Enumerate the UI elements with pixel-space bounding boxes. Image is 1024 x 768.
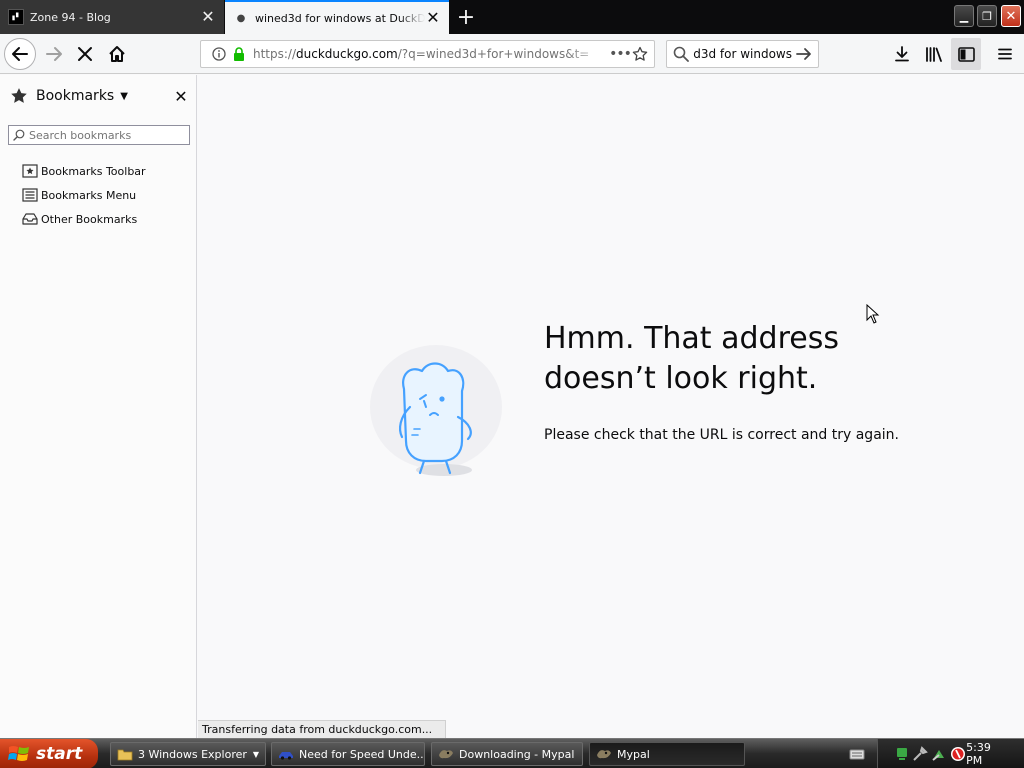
- restore-icon: ❐: [982, 9, 992, 23]
- back-arrow-icon: [12, 47, 28, 61]
- taskbar-button-label: Mypal: [617, 747, 650, 761]
- taskbar-button-label: Need for Speed Unde...: [299, 747, 425, 761]
- minimize-icon: ▁: [959, 9, 969, 23]
- bookmark-folder-label: Bookmarks Menu: [41, 188, 137, 202]
- taskbar-button-label: Downloading - Mypal: [459, 747, 575, 761]
- tab-zone94-blog[interactable]: ▮▘ Zone 94 - Blog ✕: [0, 0, 224, 34]
- tools-tray-icon[interactable]: [912, 746, 928, 762]
- search-icon: [13, 129, 25, 141]
- info-icon[interactable]: [211, 46, 227, 62]
- url-bar[interactable]: https://duckduckgo.com/?q=wined3d+for+wi…: [200, 40, 655, 68]
- tab-title: wined3d for windows at DuckDuckGo: [255, 11, 425, 25]
- error-title-line2: doesn’t look right.: [544, 361, 818, 396]
- taskbar-downloading-mypal[interactable]: Downloading - Mypal: [431, 742, 583, 766]
- antivirus-tray-icon[interactable]: [950, 746, 966, 762]
- mypal-icon: [438, 746, 454, 762]
- window-close-button[interactable]: ✕: [1001, 5, 1021, 27]
- url-text[interactable]: https://duckduckgo.com/?q=wined3d+for+wi…: [253, 47, 608, 61]
- chevron-down-icon[interactable]: ▼: [120, 91, 128, 102]
- search-go-arrow-icon[interactable]: [796, 46, 812, 62]
- taskbar-windows-explorer[interactable]: 3 Windows Explorer ▼: [110, 742, 266, 766]
- confused-dinosaur-illustration: [370, 345, 502, 476]
- download-arrow-icon: [895, 46, 909, 62]
- url-path: /?q=wined3d+for+windows&t=: [397, 47, 590, 61]
- stop-x-icon: [78, 47, 92, 61]
- search-icon: [673, 46, 689, 62]
- status-panel: Transferring data from duckduckgo.com...: [198, 720, 446, 738]
- tab-title: Zone 94 - Blog: [30, 10, 111, 24]
- page-content: Hmm. That address doesn’t look right. Pl…: [198, 75, 1024, 738]
- library-icon: [926, 47, 942, 62]
- bookmark-folder-label: Other Bookmarks: [41, 212, 138, 226]
- lock-icon[interactable]: [231, 46, 247, 62]
- network-tray-icon[interactable]: [894, 746, 909, 762]
- forward-arrow-icon: [46, 47, 62, 61]
- tab-duckduckgo[interactable]: ● wined3d for windows at DuckDuckGo ✕: [225, 0, 449, 34]
- windows-logo-icon: [8, 746, 29, 761]
- tab-close-icon[interactable]: ✕: [425, 10, 441, 26]
- bookmark-folder-other[interactable]: Other Bookmarks: [22, 207, 146, 231]
- page-actions-icon[interactable]: •••: [609, 46, 632, 62]
- sidebar-icon: [957, 46, 975, 62]
- search-bar[interactable]: wined3d for windows: [666, 40, 819, 68]
- bookmarks-menu-icon: [22, 187, 38, 203]
- bookmarks-search-input[interactable]: [29, 128, 179, 142]
- bookmark-folder-label: Bookmarks Toolbar: [41, 164, 146, 178]
- error-title-line1: Hmm. That address: [544, 321, 839, 356]
- navigation-toolbar: https://duckduckgo.com/?q=wined3d+for+wi…: [0, 34, 1024, 74]
- sidebar-toggle-button[interactable]: [951, 38, 981, 70]
- security-tray-icon[interactable]: [931, 746, 947, 762]
- main-menu-button[interactable]: [990, 38, 1020, 70]
- home-button[interactable]: [101, 38, 133, 70]
- sidebar-title[interactable]: Bookmarks: [36, 88, 114, 104]
- downloads-button[interactable]: [887, 38, 917, 70]
- close-icon: ✕: [1005, 8, 1017, 24]
- sidebar-header: Bookmarks ▼ ✕: [10, 85, 190, 107]
- bookmarks-tree: Bookmarks Toolbar Bookmarks Menu Other B…: [22, 159, 146, 231]
- tab-close-icon[interactable]: ✕: [200, 9, 216, 25]
- error-title: Hmm. That address doesn’t look right.: [544, 319, 984, 399]
- url-prefix: https://: [253, 47, 297, 61]
- zone94-favicon-icon: ▮▘: [8, 9, 24, 25]
- library-button[interactable]: [919, 38, 949, 70]
- bookmarks-toolbar-icon: [22, 163, 38, 179]
- plus-icon: +: [456, 4, 476, 30]
- taskbar-group-arrow-icon[interactable]: ▼: [253, 750, 259, 759]
- start-button[interactable]: start: [0, 739, 98, 768]
- taskbar-mypal[interactable]: Mypal: [589, 742, 745, 766]
- clock[interactable]: 5:39 PM: [966, 741, 1008, 767]
- taskbar-button-label: 3 Windows Explorer: [138, 747, 247, 761]
- home-icon: [109, 46, 125, 62]
- new-tab-button[interactable]: +: [452, 4, 480, 30]
- bookmarks-sidebar: Bookmarks ▼ ✕ Bookmarks Toolbar Bookmark…: [0, 75, 197, 738]
- bookmark-folder-menu[interactable]: Bookmarks Menu: [22, 183, 146, 207]
- sidebar-close-icon[interactable]: ✕: [172, 87, 190, 106]
- keyboard-language-icon[interactable]: [849, 746, 865, 762]
- star-icon: [11, 88, 27, 103]
- forward-button[interactable]: [38, 38, 70, 70]
- mouse-cursor-icon: [866, 304, 880, 324]
- folder-icon: [117, 746, 133, 762]
- bookmarks-search-field[interactable]: [8, 125, 190, 145]
- search-input[interactable]: wined3d for windows: [693, 47, 792, 61]
- start-label: start: [36, 744, 83, 764]
- url-host: duckduckgo.com: [296, 47, 398, 61]
- bookmark-folder-toolbar[interactable]: Bookmarks Toolbar: [22, 159, 146, 183]
- loading-dot-icon: ●: [236, 12, 246, 24]
- tab-strip: ▮▘ Zone 94 - Blog ✕ ● wined3d for window…: [0, 0, 1024, 34]
- other-bookmarks-icon: [22, 211, 38, 227]
- stop-button[interactable]: [69, 38, 101, 70]
- system-tray: 5:39 PM: [877, 739, 1024, 768]
- taskbar: start 3 Windows Explorer ▼ Need for Spee…: [0, 738, 1024, 768]
- mypal-icon: [596, 746, 612, 762]
- error-description: Please check that the URL is correct and…: [544, 427, 899, 443]
- back-button[interactable]: [4, 38, 36, 70]
- bookmark-star-icon[interactable]: [632, 46, 648, 62]
- taskbar-need-for-speed[interactable]: Need for Speed Unde...: [271, 742, 425, 766]
- minimize-button[interactable]: ▁: [954, 5, 974, 27]
- restore-button[interactable]: ❐: [977, 5, 997, 27]
- nfs-icon: [278, 746, 294, 762]
- hamburger-menu-icon: [998, 48, 1012, 60]
